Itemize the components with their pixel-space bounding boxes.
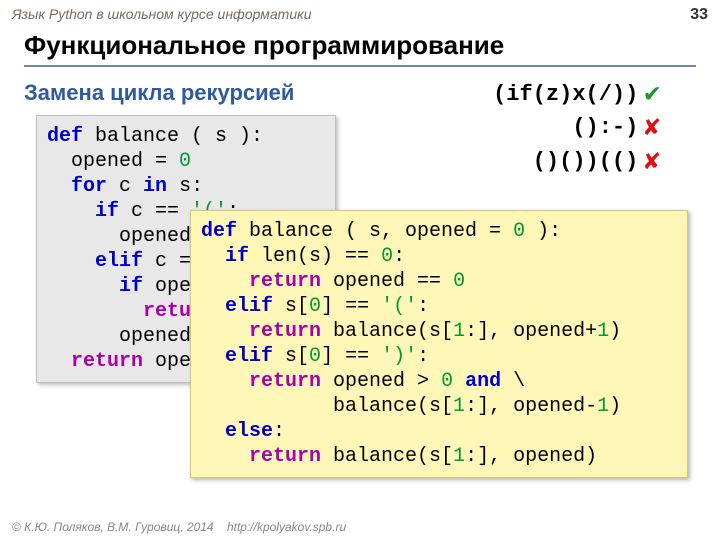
example-list: (if(z)x(/)) ✔ ():-) ✘ ()())(() ✘ [493,78,660,179]
slide-title: Функциональное программирование [24,30,696,67]
example-text: (if(z)x(/)) [493,81,638,110]
example-row: (if(z)x(/)) ✔ [493,78,660,112]
example-row: ():-) ✘ [493,112,660,146]
copyright: © К.Ю. Поляков, В.М. Гуровиц, 2014 [12,520,214,534]
cross-icon: ✘ [644,146,660,180]
check-icon: ✔ [644,78,660,112]
example-text: ()())(() [533,148,639,177]
example-row: ()())(() ✘ [493,146,660,180]
footer-link[interactable]: http://kpolyakov.spb.ru [227,520,346,534]
cross-icon: ✘ [644,112,660,146]
course-name: Язык Python в школьном курсе информатики [12,6,312,22]
footer: © К.Ю. Поляков, В.М. Гуровиц, 2014 http:… [12,520,346,534]
code-recursive: def balance ( s, opened = 0 ): if len(s)… [190,210,688,478]
slide-subtitle: Замена цикла рекурсией [24,80,294,106]
page-number: 33 [690,6,708,24]
top-bar: Язык Python в школьном курсе информатики… [12,6,708,24]
code-pre: def balance ( s, opened = 0 ): if len(s)… [201,219,677,469]
slide: Язык Python в школьном курсе информатики… [0,0,720,540]
example-text: ():-) [572,114,638,143]
